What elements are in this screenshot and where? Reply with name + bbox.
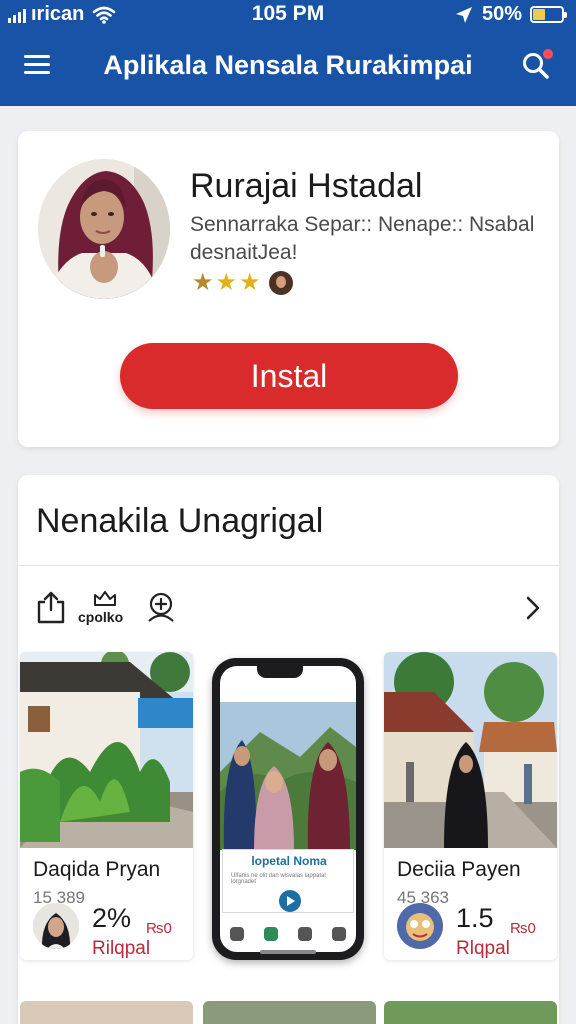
status-right: 50%	[454, 3, 567, 26]
item-name: Deciia Payen	[397, 858, 521, 881]
gallery-item[interactable]: Daqida Pryan 15 389 2% ₨0 Rilqpal	[20, 652, 193, 960]
preview-photo	[220, 702, 356, 850]
app-bar: Aplikala Nensala Rurakimpai	[0, 38, 576, 96]
crown-label: cpolko	[78, 609, 124, 625]
status-bar: ırican 105 PM 50%	[0, 0, 576, 30]
preview-title: lopetal Noma	[251, 854, 327, 868]
gallery-item[interactable]	[203, 1001, 376, 1024]
share-icon	[37, 591, 65, 624]
rating-row: ★ ★ ★	[192, 271, 293, 295]
dock-icon	[264, 927, 278, 941]
profile-description: Sennarraka Separ:: Nenape:: Nsabal desna…	[190, 213, 535, 264]
add-person-icon	[148, 592, 174, 622]
phone-mockup: lopetal Noma Ulfanis ne olit dan wisvala…	[212, 658, 364, 960]
search-button[interactable]	[518, 48, 554, 84]
item-sub: Rlqpal	[456, 938, 510, 959]
add-person-button[interactable]	[144, 589, 178, 625]
location-arrow-icon	[455, 6, 472, 23]
author-avatar	[33, 903, 79, 949]
star-gold-icon: ★	[215, 269, 238, 296]
hamburger-menu-button[interactable]	[22, 50, 56, 80]
hamburger-icon	[24, 55, 50, 58]
section-divider	[18, 565, 559, 566]
item-name: Daqida Pryan	[33, 858, 161, 881]
dock-icon	[298, 927, 312, 941]
dock-icon	[230, 927, 244, 941]
item-sub: Rilqpal	[92, 938, 151, 959]
section-title: Nenakila Unagrigal	[36, 502, 324, 540]
profile-photo	[38, 159, 170, 299]
next-button[interactable]	[519, 593, 545, 623]
phone-notch	[257, 666, 303, 678]
item-price: ₨0	[510, 920, 536, 937]
item-price: ₨0	[146, 920, 172, 937]
gallery-item[interactable]	[20, 1001, 193, 1024]
star-bronze-icon: ★	[192, 269, 214, 296]
gallery-card: Nenakila Unagrigal cpolko Daqida Pryan 1…	[18, 475, 559, 1024]
star-gold-icon: ★	[239, 269, 261, 296]
author-avatar	[397, 903, 443, 949]
install-button[interactable]: Instal	[120, 343, 458, 409]
preview-subtitle: Ulfanis ne olit dan wisvalas lappatal lo…	[231, 873, 326, 885]
gallery-item[interactable]: Deciia Payen 45 363 1.5 ₨0 Rlqpal	[384, 652, 557, 960]
home-indicator	[260, 950, 316, 954]
profile-badge-icon	[268, 271, 293, 295]
app-preview[interactable]: lopetal Noma Ulfanis ne olit dan wisvala…	[202, 650, 374, 972]
crown-icon	[94, 591, 116, 606]
top-bar: ırican 105 PM 50% Aplikala Nensala Rurak…	[0, 0, 576, 106]
crown-button[interactable]: cpolko	[78, 589, 132, 625]
notification-dot	[543, 49, 553, 59]
gallery-item[interactable]	[384, 1001, 557, 1024]
item-stat: 1.5	[456, 903, 494, 933]
phone-screen: lopetal Noma Ulfanis ne olit dan wisvala…	[220, 666, 356, 952]
preview-dock	[220, 920, 356, 948]
profile-avatar	[38, 159, 170, 299]
share-button[interactable]	[36, 589, 66, 625]
gallery-photo	[20, 652, 193, 848]
profile-name: Rurajai Hstadal	[190, 167, 423, 205]
gallery-toolbar: cpolko	[36, 587, 190, 627]
battery-percent: 50%	[481, 3, 522, 25]
preview-panel: lopetal Noma Ulfanis ne olit dan wisvala…	[222, 849, 354, 913]
dock-icon	[332, 927, 346, 941]
battery-icon	[530, 6, 567, 23]
gallery-photo	[384, 652, 557, 848]
play-button[interactable]	[279, 890, 301, 912]
app-title: Aplikala Nensala Rurakimpai	[103, 50, 473, 80]
chevron-right-icon	[526, 596, 540, 620]
profile-card: Rurajai Hstadal Sennarraka Separ:: Nenap…	[18, 131, 559, 447]
item-stat: 2%	[92, 903, 132, 933]
